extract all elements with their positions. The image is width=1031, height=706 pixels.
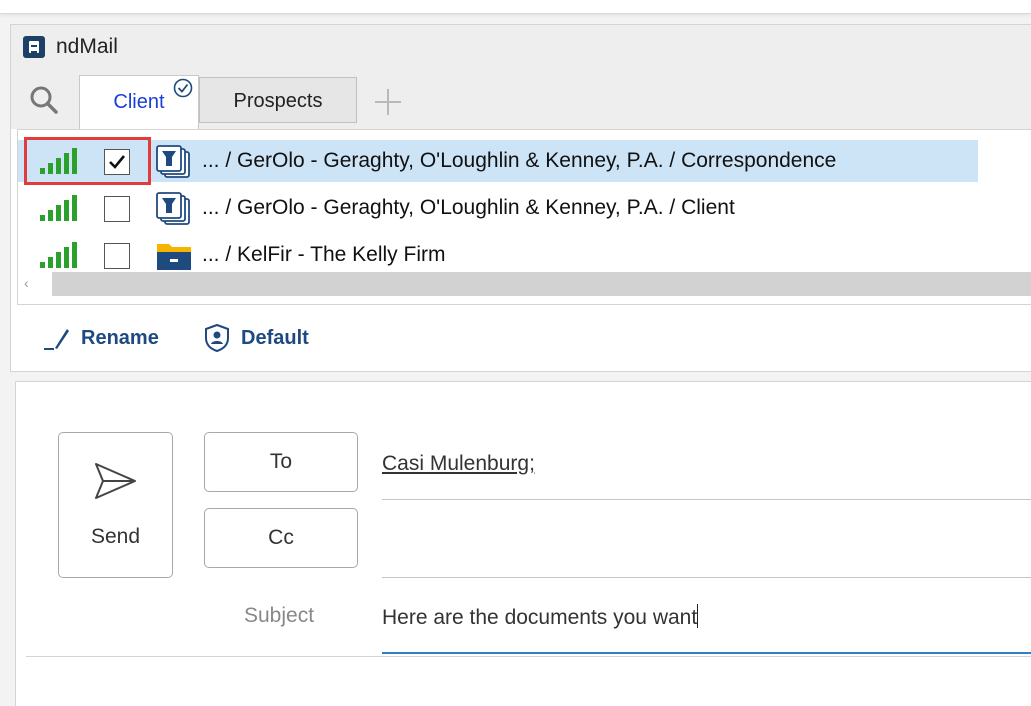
signal-strength-icon (40, 242, 80, 268)
cabinet-folder-icon (157, 244, 191, 271)
location-row[interactable]: ... / GerOlo - Geraghty, O'Loughlin & Ke… (18, 137, 978, 185)
pencil-icon (44, 329, 69, 350)
text-caret (697, 604, 699, 628)
highlight-annotation (24, 137, 151, 185)
add-tab-icon[interactable] (373, 87, 403, 117)
subject-value: Here are the documents you want (382, 604, 699, 629)
cc-field[interactable] (382, 508, 1031, 578)
location-path: ... / KelFir - The Kelly Firm (202, 243, 446, 266)
location-list: ... / GerOlo - Geraghty, O'Loughlin & Ke… (17, 129, 1031, 305)
ndmail-panel: ndMail Client Prospects ... / GerOlo - G… (10, 24, 1031, 372)
location-checkbox[interactable] (104, 243, 130, 269)
workspace-folder-icon (156, 192, 190, 225)
shield-user-icon (205, 323, 229, 353)
tab-row: Client Prospects (11, 69, 1031, 130)
send-button[interactable]: Send (58, 432, 173, 578)
scroll-left-icon[interactable]: ‹ (24, 275, 29, 291)
default-label: Default (241, 326, 309, 349)
location-path: ... / GerOlo - Geraghty, O'Loughlin & Ke… (202, 149, 837, 172)
tab-client-label: Client (113, 91, 165, 113)
check-circle-icon (173, 78, 193, 98)
horizontal-scrollbar[interactable]: ‹ (18, 270, 1031, 296)
cc-button[interactable]: Cc (204, 508, 358, 568)
to-field[interactable]: Casi Mulenburg; (382, 432, 1031, 500)
ndmail-logo-icon (23, 36, 45, 58)
rename-label: Rename (81, 326, 159, 349)
recipient-chip[interactable]: Casi Mulenburg; (382, 452, 535, 476)
subject-input[interactable]: Here are the documents you want (382, 594, 1031, 654)
workspace-folder-icon (156, 145, 190, 178)
top-strip (0, 0, 1031, 14)
body-separator (26, 656, 1031, 657)
scrollbar-thumb[interactable] (52, 272, 1031, 296)
search-icon[interactable] (29, 85, 59, 115)
tab-client[interactable]: Client (79, 75, 199, 130)
to-button[interactable]: To (204, 432, 358, 492)
signal-strength-icon (40, 195, 80, 221)
location-checkbox[interactable] (104, 196, 130, 222)
subject-label: Subject (244, 604, 315, 627)
tab-prospects-label: Prospects (233, 90, 323, 112)
rename-button[interactable]: Rename (43, 323, 159, 353)
app-title: ndMail (56, 35, 118, 58)
default-button[interactable]: Default (203, 323, 309, 353)
location-path: ... / GerOlo - Geraghty, O'Loughlin & Ke… (202, 196, 735, 219)
title-bar: ndMail (11, 25, 1031, 69)
send-label: Send (90, 525, 141, 548)
location-row[interactable]: ... / GerOlo - Geraghty, O'Loughlin & Ke… (18, 187, 978, 229)
send-icon (95, 463, 136, 499)
compose-panel: Send To Casi Mulenburg; Cc Subject Here … (15, 381, 1031, 706)
tab-prospects[interactable]: Prospects (199, 77, 357, 123)
action-bar: Rename Default (11, 317, 1031, 357)
